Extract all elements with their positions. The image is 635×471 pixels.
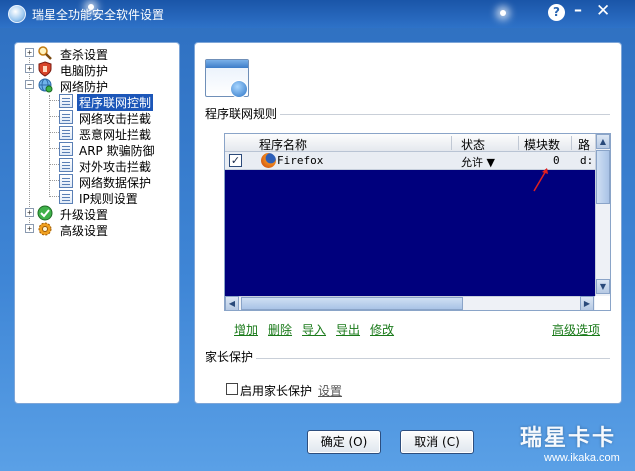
window-bar-decoration [206,60,248,68]
green-check-icon [37,205,53,221]
window-title: 瑞星全功能安全软件设置 [32,8,165,22]
tree-item-advanced-settings[interactable]: + 高级设置 [15,221,175,238]
tree-item-network-attack-block[interactable]: 网络攻击拦截 [15,109,175,126]
column-header-status[interactable]: 状态 [461,136,485,153]
help-button[interactable]: ? [548,4,565,21]
expand-toggle[interactable]: + [25,224,34,233]
document-icon [59,190,73,204]
cancel-button[interactable]: 取消 (C) [400,430,474,454]
ok-button[interactable]: 确定 (O) [307,430,381,454]
tree-item-outbound-attack-block[interactable]: 对外攻击拦截 [15,157,175,174]
column-separator [451,136,452,150]
column-separator [518,136,519,150]
scroll-down-button[interactable]: ▼ [596,279,610,294]
rule-enabled-checkbox[interactable]: ✓ [229,154,242,167]
section-divider [280,114,610,115]
export-rules-link[interactable]: 导出 [336,321,360,338]
scroll-right-button[interactable]: ▶ [580,296,594,310]
column-header-path[interactable]: 路 [578,136,590,153]
expand-toggle[interactable]: + [25,64,34,73]
vertical-scroll-thumb[interactable] [596,150,610,204]
tree-item-arp-defense[interactable]: ARP 欺骗防御 [15,141,175,158]
tree-item-malicious-url-block[interactable]: 恶意网址拦截 [15,125,175,142]
document-icon [59,126,73,140]
settings-tree-panel: + 查杀设置 + 电脑防护 − 网络防护 程序联网控制 网络攻击拦截 恶意网址拦… [14,42,180,404]
magnifier-icon [37,45,53,61]
tree-item-network-protection[interactable]: − 网络防护 [15,77,175,94]
tree-item-pc-protection[interactable]: + 电脑防护 [15,61,175,78]
section-divider [256,358,610,359]
globe-network-icon [37,77,53,93]
path-cell: d: [580,154,594,167]
rising-logo-icon [8,5,26,23]
delete-rule-link[interactable]: 删除 [268,321,292,338]
watermark-url: www.ikaka.com [544,452,620,464]
document-icon [59,174,73,188]
program-rules-table[interactable]: 程序名称 状态 模块数 路 ✓ Firefox 允许 ▼ 0 d: ▲ ▼ ◀ [224,133,611,311]
vertical-scrollbar[interactable]: ▲ ▼ [595,134,610,296]
document-icon [59,142,73,156]
shield-hand-icon [37,61,53,77]
close-button[interactable]: ✕ [596,1,610,21]
sparkle-decoration [88,4,94,10]
watermark-title: 瑞星卡卡 [520,426,617,451]
edit-rule-link[interactable]: 修改 [370,321,394,338]
collapse-toggle[interactable]: − [25,80,34,89]
settings-window: 瑞星全功能安全软件设置 ? – ✕ + 查杀设置 + 电脑防护 − 网络防护 程… [0,0,635,471]
network-badge-icon [230,80,248,98]
sparkle-decoration [500,10,506,16]
status-dropdown[interactable]: 允许 ▼ [461,154,495,170]
horizontal-scroll-thumb[interactable] [241,297,463,310]
section-title-network-rules: 程序联网规则 [205,107,278,121]
document-icon [59,94,73,108]
tree-item-network-data-protection[interactable]: 网络数据保护 [15,173,175,190]
advanced-options-link[interactable]: 高级选项 [552,321,600,338]
gear-icon [37,221,53,237]
title-bar[interactable]: 瑞星全功能安全软件设置 ? – ✕ [0,0,635,28]
ikaka-watermark: 瑞星卡卡 www.ikaka.com [512,418,635,471]
annotation-arrow-icon [533,168,548,192]
parental-settings-link[interactable]: 设置 [318,382,342,399]
firefox-icon [261,153,276,168]
tree-item-update-settings[interactable]: + 升级设置 [15,205,175,222]
tree-item-program-network-control[interactable]: 程序联网控制 [15,93,175,111]
tree-item-label: 高级设置 [60,224,109,238]
column-header-modules[interactable]: 模块数 [524,136,560,153]
enable-parental-checkbox[interactable] [226,383,238,395]
enable-parental-label[interactable]: 启用家长保护 [240,382,312,399]
scroll-left-button[interactable]: ◀ [225,296,239,310]
scroll-up-button[interactable]: ▲ [596,134,610,149]
tree-item-ip-rules[interactable]: IP规则设置 [15,189,175,206]
section-title-parental: 家长保护 [205,350,254,364]
column-header-program-name[interactable]: 程序名称 [259,136,307,153]
import-rules-link[interactable]: 导入 [302,321,326,338]
tree-item-scan-settings[interactable]: + 查杀设置 [15,45,175,62]
expand-toggle[interactable]: + [25,48,34,57]
minimize-button[interactable]: – [574,0,582,19]
network-rule-window-icon [205,59,249,98]
program-name-cell: Firefox [277,154,324,167]
document-icon [59,110,73,124]
horizontal-scrollbar[interactable]: ◀ ▶ [225,296,595,310]
column-separator [571,136,572,150]
document-icon [59,158,73,172]
table-header: 程序名称 状态 模块数 路 [225,134,595,152]
expand-toggle[interactable]: + [25,208,34,217]
add-rule-link[interactable]: 增加 [234,321,258,338]
